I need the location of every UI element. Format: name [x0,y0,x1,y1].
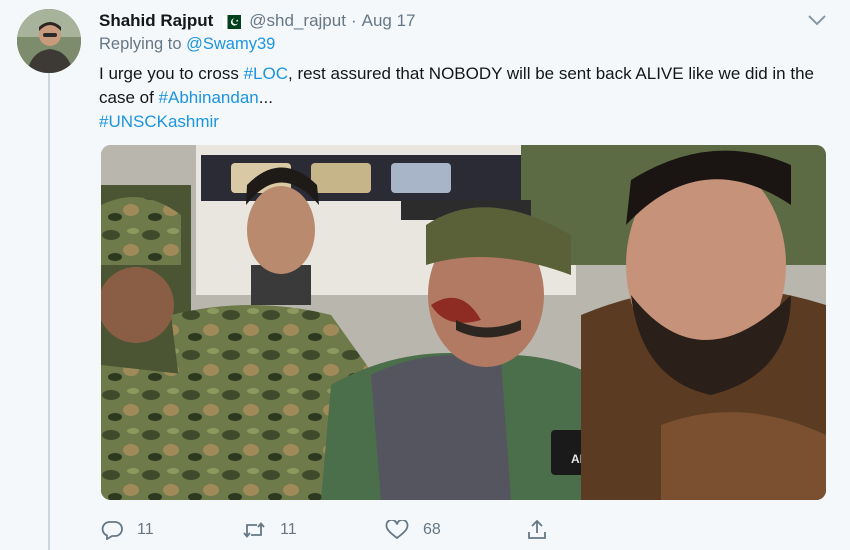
tweet-date[interactable]: Aug 17 [362,11,416,31]
avatar-image [17,9,81,73]
author-handle[interactable]: @shd_rajput [249,11,346,31]
avatar[interactable] [17,9,81,73]
reply-count: 11 [137,521,154,538]
heart-icon [385,520,409,540]
tweet-actions: 11 11 68 [99,516,569,544]
author-name[interactable]: Shahid Rajput [99,11,213,31]
reply-button[interactable]: 11 [101,516,154,544]
retweet-count: 11 [280,521,297,538]
retweet-button[interactable]: 11 [242,516,297,544]
separator-dot: · [350,11,357,30]
tweet-text: I urge you to cross #LOC, rest assured t… [99,62,829,134]
tweet-text-part: ... [258,88,273,107]
pakistan-flag-icon [223,14,242,29]
hashtag-link[interactable]: #Abhinandan [159,88,259,107]
share-button[interactable] [526,516,562,544]
photo-image: ABHI [101,145,826,500]
reply-icon [101,521,123,540]
like-count: 68 [423,521,441,538]
replying-mention-link[interactable]: @Swamy39 [186,35,275,53]
chevron-down-icon[interactable] [806,12,828,28]
retweet-icon [243,522,265,538]
tweet-text-part: I urge you to cross [99,64,244,83]
share-icon [528,519,546,539]
replying-label: Replying to [99,35,187,53]
hashtag-link[interactable]: #LOC [244,64,288,83]
hashtag-link[interactable]: #UNSCKashmir [99,112,219,131]
replying-to: Replying to @Swamy39 [99,35,275,54]
like-button[interactable]: 68 [385,516,441,544]
thread-line [48,73,50,550]
tweet-header: Shahid Rajput @shd_rajput · Aug 17 [99,10,790,32]
tweet-media-photo[interactable]: ABHI [101,145,826,500]
